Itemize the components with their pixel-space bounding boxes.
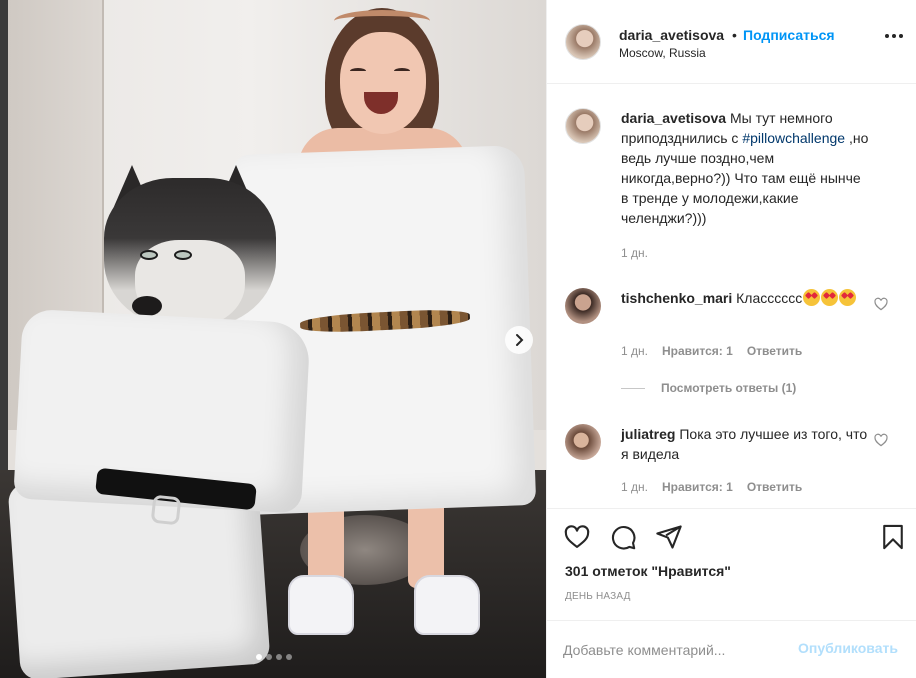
carousel-dot[interactable]: [286, 654, 292, 660]
caption-text: daria_avetisova Мы тут немного приподздн…: [621, 108, 871, 228]
replies-divider: [621, 387, 645, 389]
comment-input[interactable]: [563, 639, 783, 661]
sneaker-right: [414, 575, 480, 635]
girl-eye-left: [350, 68, 366, 74]
caption-hashtag[interactable]: #pillowchallenge: [742, 130, 845, 146]
comment-username[interactable]: juliatreg: [621, 426, 675, 442]
bookmark-icon[interactable]: [879, 523, 907, 551]
publish-button[interactable]: Опубликовать: [798, 640, 898, 656]
comment-like-heart-icon[interactable]: [873, 296, 889, 312]
comment-time[interactable]: 1 дн.: [621, 344, 648, 358]
sneaker-left: [288, 575, 354, 635]
post-side-panel: daria_avetisova • Подписаться Moscow, Ru…: [546, 0, 916, 678]
carousel-dot[interactable]: [266, 654, 272, 660]
comment-username[interactable]: tishchenko_mari: [621, 290, 732, 306]
comment-like-heart-icon[interactable]: [873, 432, 889, 448]
commenter-avatar[interactable]: [565, 288, 601, 324]
girl-eye-right: [394, 68, 410, 74]
post-modal: daria_avetisova • Подписаться Moscow, Ru…: [0, 0, 916, 678]
post-photo[interactable]: [0, 0, 546, 678]
comment-text: juliatreg Пока это лучшее из того, что я…: [621, 424, 871, 464]
comment-likes[interactable]: Нравится: 1: [662, 480, 733, 494]
share-icon[interactable]: [655, 523, 683, 551]
heart-eyes-emoji: [839, 289, 857, 306]
reply-button[interactable]: Ответить: [747, 480, 802, 494]
comments-list[interactable]: daria_avetisova Мы тут немного приподздн…: [547, 84, 916, 508]
belt-buckle: [150, 494, 182, 526]
author-username[interactable]: daria_avetisova: [619, 27, 724, 43]
caption-time[interactable]: 1 дн.: [621, 246, 648, 260]
comment-meta: 1 дн. Нравится: 1 Ответить: [621, 480, 802, 494]
husky-eye-right: [174, 250, 192, 260]
comment-time[interactable]: 1 дн.: [621, 480, 648, 494]
view-replies-button[interactable]: Посмотреть ответы (1): [621, 381, 796, 395]
comment-text: tishchenko_mari Класссссс: [621, 288, 871, 308]
caption-avatar[interactable]: [565, 108, 601, 144]
post-time[interactable]: ДЕНЬ НАЗАД: [565, 591, 631, 602]
post-header: daria_avetisova • Подписаться Moscow, Ru…: [547, 0, 916, 84]
husky-nose: [132, 296, 162, 316]
follow-button[interactable]: Подписаться: [743, 27, 835, 43]
post-location[interactable]: Moscow, Russia: [619, 46, 706, 60]
carousel-dot[interactable]: [256, 654, 262, 660]
add-comment-bar: Опубликовать: [547, 620, 916, 678]
comment-likes[interactable]: Нравится: 1: [662, 344, 733, 358]
heart-eyes-emoji: [821, 289, 839, 306]
husky-eye-left: [140, 250, 158, 260]
comment-icon[interactable]: [609, 523, 637, 551]
chevron-right-icon: [516, 334, 524, 346]
author-avatar[interactable]: [565, 24, 601, 60]
view-replies-label: Посмотреть ответы (1): [661, 381, 797, 395]
more-icon[interactable]: [885, 34, 903, 38]
reply-button[interactable]: Ответить: [747, 344, 802, 358]
carousel-next-button[interactable]: [505, 326, 533, 354]
comment-body: Класссссс: [732, 290, 803, 306]
likes-count[interactable]: 301 отметок "Нравится": [565, 563, 731, 579]
comment-meta: 1 дн. Нравится: 1 Ответить: [621, 344, 802, 358]
girl-headband: [334, 10, 430, 32]
heart-eyes-emoji: [803, 289, 821, 306]
carousel-dot[interactable]: [276, 654, 282, 660]
girl-face: [340, 32, 426, 134]
heart-icon[interactable]: [563, 523, 591, 551]
post-actions: 301 отметок "Нравится" ДЕНЬ НАЗАД: [547, 508, 916, 620]
caption-meta: 1 дн.: [621, 246, 648, 260]
carousel-dots: [256, 654, 292, 660]
caption-username[interactable]: daria_avetisova: [621, 110, 726, 126]
commenter-avatar[interactable]: [565, 424, 601, 460]
header-separator: •: [732, 27, 737, 43]
